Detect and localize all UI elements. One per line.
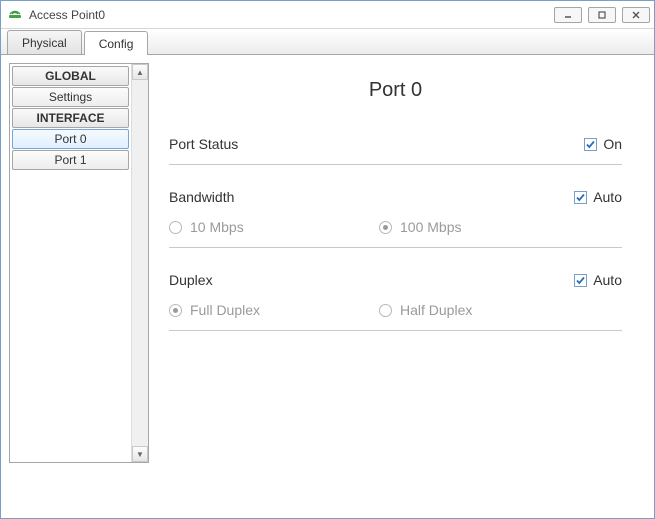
radio-icon: [379, 221, 392, 234]
radio-half-duplex[interactable]: Half Duplex: [379, 302, 472, 318]
radio-half-duplex-label: Half Duplex: [400, 302, 472, 318]
minimize-button[interactable]: [554, 7, 582, 23]
checkbox-icon: [574, 191, 587, 204]
titlebar: Access Point0: [1, 1, 654, 29]
maximize-button[interactable]: [588, 7, 616, 23]
sidebar-item-port0[interactable]: Port 0: [12, 129, 129, 149]
port-status-row: Port Status On: [169, 132, 622, 156]
checkbox-icon: [584, 138, 597, 151]
port-status-label: Port Status: [169, 136, 238, 152]
duplex-auto-checkbox[interactable]: Auto: [574, 272, 622, 288]
bandwidth-options: 10 Mbps 100 Mbps: [169, 209, 622, 235]
app-icon: [7, 5, 23, 24]
bandwidth-auto-label: Auto: [593, 189, 622, 205]
port-status-checkbox[interactable]: On: [584, 136, 622, 152]
radio-full-duplex-label: Full Duplex: [190, 302, 260, 318]
config-panel: Port 0 Port Status On Bandwidth Auto: [149, 63, 646, 510]
sidebar: GLOBAL Settings INTERFACE Port 0 Port 1 …: [9, 63, 149, 463]
divider: [169, 330, 622, 331]
duplex-label: Duplex: [169, 272, 213, 288]
radio-icon: [169, 304, 182, 317]
bandwidth-auto-checkbox[interactable]: Auto: [574, 189, 622, 205]
bandwidth-row: Bandwidth Auto: [169, 185, 622, 209]
sidebar-header-global[interactable]: GLOBAL: [12, 66, 129, 86]
duplex-auto-label: Auto: [593, 272, 622, 288]
radio-icon: [169, 221, 182, 234]
radio-100mbps-label: 100 Mbps: [400, 219, 461, 235]
scroll-up-icon[interactable]: ▲: [132, 64, 148, 80]
divider: [169, 247, 622, 248]
radio-100mbps[interactable]: 100 Mbps: [379, 219, 461, 235]
window-title: Access Point0: [29, 8, 105, 22]
tab-config[interactable]: Config: [84, 31, 149, 55]
bandwidth-label: Bandwidth: [169, 189, 234, 205]
tabstrip: Physical Config: [1, 29, 654, 55]
sidebar-header-interface[interactable]: INTERFACE: [12, 108, 129, 128]
sidebar-item-port1[interactable]: Port 1: [12, 150, 129, 170]
radio-full-duplex[interactable]: Full Duplex: [169, 302, 379, 318]
device-config-window: Access Point0 Physical Config GLOBAL Set…: [0, 0, 655, 519]
scroll-down-icon[interactable]: ▼: [132, 446, 148, 462]
page-title: Port 0: [169, 79, 622, 102]
close-button[interactable]: [622, 7, 650, 23]
radio-10mbps-label: 10 Mbps: [190, 219, 244, 235]
port-status-value: On: [603, 136, 622, 152]
tab-physical[interactable]: Physical: [7, 30, 82, 54]
sidebar-scrollbar[interactable]: ▲ ▼: [131, 64, 148, 462]
content-area: GLOBAL Settings INTERFACE Port 0 Port 1 …: [1, 55, 654, 518]
divider: [169, 164, 622, 165]
checkbox-icon: [574, 274, 587, 287]
radio-10mbps[interactable]: 10 Mbps: [169, 219, 379, 235]
sidebar-item-settings[interactable]: Settings: [12, 87, 129, 107]
radio-icon: [379, 304, 392, 317]
titlebar-left: Access Point0: [7, 5, 105, 24]
duplex-options: Full Duplex Half Duplex: [169, 292, 622, 318]
duplex-row: Duplex Auto: [169, 268, 622, 292]
window-buttons: [554, 7, 650, 23]
